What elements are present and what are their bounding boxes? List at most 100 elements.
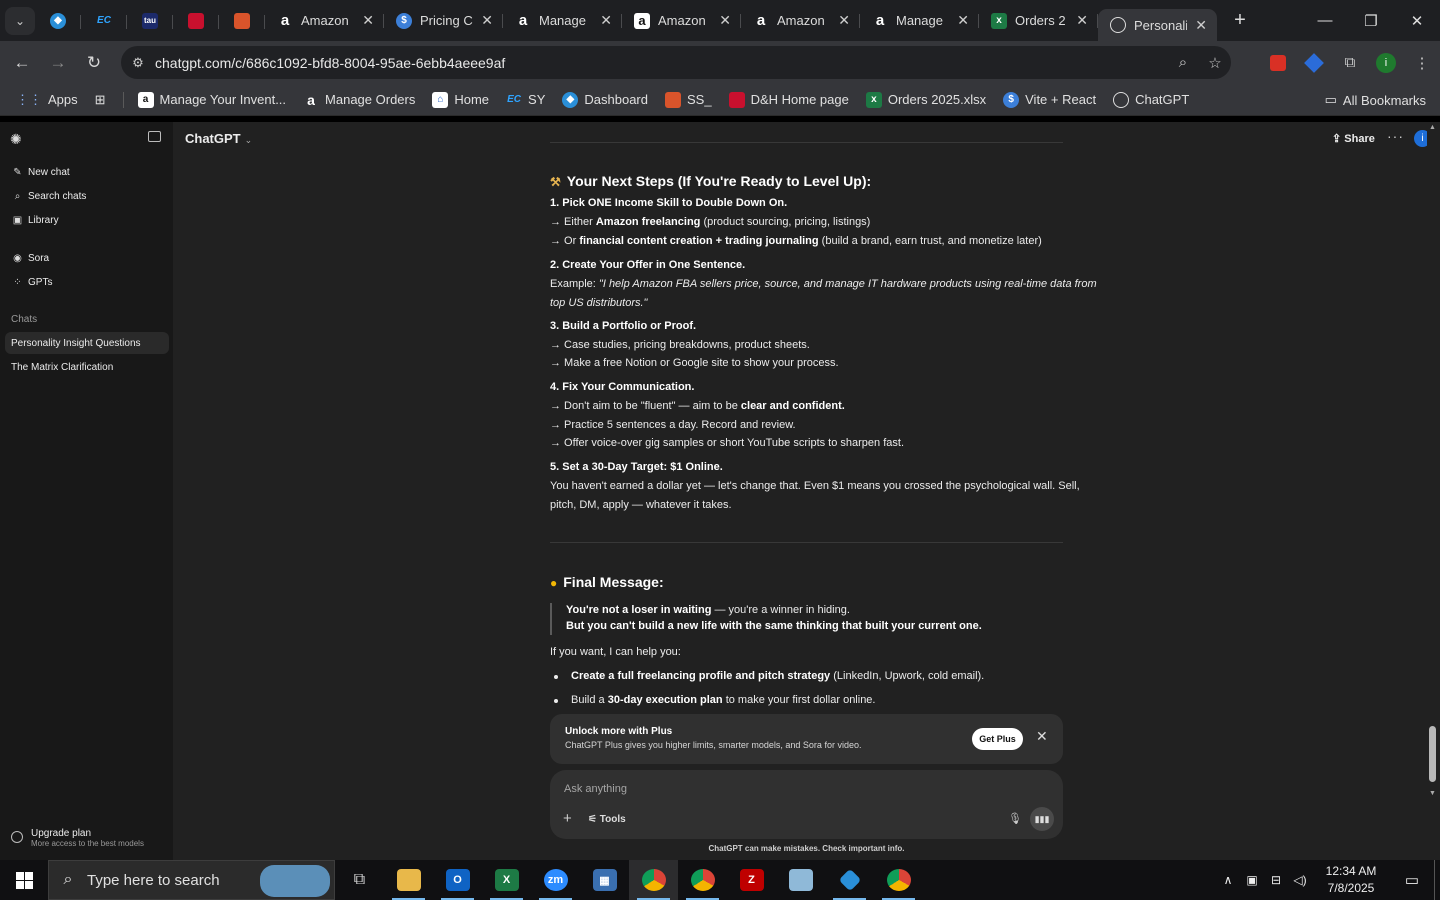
tab-pricing[interactable]: $ Pricing C ✕ — [384, 5, 503, 37]
sora-icon: ◉ — [13, 253, 22, 264]
close-icon[interactable]: ✕ — [600, 12, 612, 29]
bookmark-sy[interactable]: EC SY — [506, 92, 545, 108]
close-icon[interactable]: ✕ — [481, 12, 493, 29]
tab-search-button[interactable]: ⌄ — [5, 6, 35, 35]
sidebar-item-gpts[interactable]: ⁘ GPTs — [12, 277, 52, 288]
bookmark-apps[interactable]: ⋮⋮ Apps — [16, 92, 78, 108]
network-icon[interactable]: ⊟ — [1264, 873, 1288, 887]
close-icon[interactable]: ✕ — [1076, 12, 1088, 29]
close-icon[interactable]: ✕ — [1195, 17, 1207, 34]
sidebar-toggle-icon[interactable] — [148, 131, 161, 142]
close-icon[interactable]: ✕ — [362, 12, 374, 29]
openai-logo-icon[interactable]: ✺ — [10, 131, 22, 148]
close-icon[interactable]: ✕ — [719, 12, 731, 29]
sidebar-item-new-chat[interactable]: ✎ New chat — [12, 167, 69, 178]
chat-item-matrix[interactable]: The Matrix Clarification — [5, 356, 169, 378]
more-options-icon[interactable]: ··· — [1387, 128, 1404, 144]
scroll-up-icon[interactable]: ▲ — [1429, 124, 1436, 131]
tab-amazon-3[interactable]: a Amazon ✕ — [741, 5, 860, 37]
task-view-icon[interactable]: ⧉ — [335, 860, 384, 900]
bookmark-home[interactable]: ⌂ Home — [432, 91, 489, 108]
attach-plus-icon[interactable]: + — [563, 810, 572, 827]
bookmark-chatgpt[interactable]: ChatGPT — [1113, 91, 1189, 108]
scroll-down-icon[interactable]: ▼ — [1429, 790, 1436, 797]
scrollbar-thumb[interactable] — [1429, 726, 1436, 782]
extension-icon[interactable] — [1296, 52, 1332, 73]
tab-orders[interactable]: x Orders 2 ✕ — [979, 5, 1098, 37]
chat-item-personality[interactable]: Personality Insight Questions — [5, 332, 169, 354]
taskbar-search[interactable]: ⌕ Type here to search — [48, 860, 335, 900]
zoom-app-icon[interactable]: zm — [531, 860, 580, 900]
pinned-tab[interactable] — [173, 7, 219, 35]
app-diamond-icon[interactable] — [825, 860, 874, 900]
tab-personality[interactable]: Personali ✕ — [1098, 9, 1217, 41]
tools-button[interactable]: ⚟ Tools — [588, 814, 626, 825]
tab-manage-2[interactable]: a Manage ✕ — [860, 5, 979, 37]
close-icon[interactable]: ✕ — [838, 12, 850, 29]
chrome-profile-icon[interactable] — [678, 860, 727, 900]
tab-amazon-1[interactable]: a Amazon ✕ — [265, 5, 384, 37]
calculator-icon[interactable]: ▦ — [580, 860, 629, 900]
upgrade-plan-button[interactable]: Upgrade plan More access to the best mod… — [11, 828, 144, 848]
puzzle-icon[interactable]: ⧉ — [1332, 54, 1368, 71]
sidebar-item-search-chats[interactable]: ⌕ Search chats — [12, 191, 87, 202]
pinned-tab[interactable]: tau — [127, 7, 173, 35]
notification-icon[interactable]: ▭ — [1390, 871, 1434, 889]
bookmark-vite-react[interactable]: $ Vite + React — [1003, 91, 1096, 108]
forward-icon[interactable]: → — [40, 53, 76, 73]
bookmark-orders-2025[interactable]: x Orders 2025.xlsx — [865, 91, 986, 108]
new-tab-button[interactable]: + — [1225, 9, 1255, 32]
tab-manage-1[interactable]: a Manage ✕ — [503, 5, 622, 37]
bookmark-manage-inventory[interactable]: a Manage Your Invent... — [137, 91, 286, 108]
voice-mode-icon[interactable]: ▮▮▮ — [1030, 807, 1054, 831]
all-bookmarks[interactable]: ▭ All Bookmarks — [1325, 92, 1426, 108]
bookmark-ss[interactable]: SS_ — [665, 91, 712, 108]
show-desktop-button[interactable] — [1434, 860, 1440, 900]
bookmark-grid[interactable]: ⊞ — [95, 92, 106, 108]
pinned-tab[interactable] — [219, 7, 265, 35]
excel-icon[interactable]: X — [482, 860, 531, 900]
close-icon[interactable]: ✕ — [957, 12, 969, 29]
volume-icon[interactable]: ◁) — [1288, 873, 1312, 887]
site-settings-icon[interactable]: ⚙ — [121, 55, 155, 71]
blockquote-border — [550, 603, 552, 635]
prompt-input[interactable]: Ask anything — [564, 783, 627, 795]
address-bar[interactable]: ⚙ chatgpt.com/c/686c1092-bfd8-8004-95ae-… — [121, 46, 1231, 79]
restore-icon[interactable]: ❐ — [1348, 0, 1394, 41]
start-button[interactable] — [0, 860, 48, 900]
back-icon[interactable]: ← — [4, 53, 40, 73]
chevron-up-icon[interactable]: ∧ — [1216, 873, 1240, 887]
menu-icon[interactable]: ⋮ — [1404, 54, 1440, 72]
profile-icon[interactable]: i — [1368, 52, 1404, 73]
close-window-icon[interactable]: ✕ — [1394, 0, 1440, 41]
star-icon[interactable]: ☆ — [1199, 54, 1231, 72]
bookmark-dashboard[interactable]: ◆ Dashboard — [562, 91, 648, 108]
bookmark-manage-orders[interactable]: a Manage Orders — [303, 92, 415, 108]
url-text[interactable]: chatgpt.com/c/686c1092-bfd8-8004-95ae-6e… — [155, 55, 1167, 71]
sidebar-item-sora[interactable]: ◉ Sora — [12, 253, 49, 264]
clock[interactable]: 12:34 AM 7/8/2025 — [1312, 863, 1390, 897]
close-icon[interactable]: ✕ — [1036, 728, 1048, 745]
chrome-icon[interactable] — [629, 860, 678, 900]
microphone-icon[interactable]: 🎙 — [1008, 812, 1022, 825]
tab-amazon-2[interactable]: a Amazon ✕ — [622, 5, 741, 37]
minimize-icon[interactable]: — — [1302, 0, 1348, 41]
share-button[interactable]: ⇪ Share — [1332, 132, 1375, 145]
pinned-tab[interactable]: EC — [81, 7, 127, 35]
get-plus-button[interactable]: Get Plus — [972, 728, 1023, 750]
pinned-tab[interactable]: ◆ — [35, 7, 81, 35]
zoom-icon[interactable]: ⌕ — [1167, 54, 1199, 71]
bullet-dot — [554, 699, 558, 703]
filezilla-icon[interactable]: Z — [727, 860, 776, 900]
chrome-alt-icon[interactable] — [874, 860, 923, 900]
model-selector[interactable]: ChatGPT ⌄ — [185, 131, 252, 146]
sidebar-item-library[interactable]: ▣ Library — [12, 215, 59, 226]
bookmark-dh-home[interactable]: D&H Home page — [728, 91, 849, 108]
security-icon[interactable]: ▣ — [1240, 873, 1264, 887]
file-explorer-icon[interactable] — [384, 860, 433, 900]
reload-icon[interactable]: ↻ — [76, 53, 112, 73]
folder-icon: ▭ — [1324, 92, 1337, 107]
pdf-extension-icon[interactable] — [1260, 54, 1296, 71]
app-icon[interactable] — [776, 860, 825, 900]
outlook-icon[interactable]: O — [433, 860, 482, 900]
